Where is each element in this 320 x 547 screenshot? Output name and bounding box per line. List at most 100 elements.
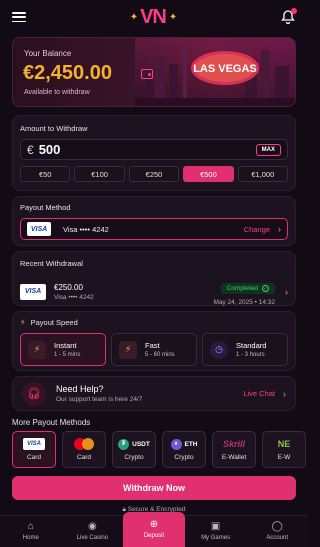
gift-icon: ▣ xyxy=(210,521,221,532)
method-label: E-Wallet xyxy=(221,454,247,461)
speed-title: Payout Speed xyxy=(30,318,78,327)
chevron-right-icon: › xyxy=(283,388,286,399)
headset-icon: 🎧︎ xyxy=(22,381,46,406)
withdraw-title: Amount to Withdraw xyxy=(20,124,88,133)
balance-subtitle: Available to withdraw xyxy=(24,89,90,96)
chevron-right-icon: › xyxy=(278,224,281,234)
method-label: Card xyxy=(76,454,92,461)
method-label: Card xyxy=(26,454,42,461)
amount-input[interactable]: € 500 MAX xyxy=(20,139,288,160)
user-icon: ◯ xyxy=(271,521,283,532)
recent-card: Visa •••• 4242 xyxy=(54,293,94,301)
home-icon: ⌂ xyxy=(27,521,34,532)
method-mastercard[interactable]: Card xyxy=(62,431,106,468)
lightning-icon: ⚡ xyxy=(119,340,137,359)
method-label: E-W xyxy=(277,454,291,461)
las-vegas-image: LAS VEGAS xyxy=(135,38,295,106)
logo-text: VN xyxy=(140,5,167,28)
amount-value[interactable]: 500 xyxy=(39,142,256,157)
speed-time: 1 - 3 hours xyxy=(236,352,265,358)
card-number: Visa •••• 4242 xyxy=(63,224,109,234)
method-visa[interactable]: VISA Card xyxy=(12,431,56,468)
live-chat-link[interactable]: Live Chat xyxy=(243,389,275,398)
visa-logo: VISA xyxy=(23,438,45,450)
visa-logo: VISA xyxy=(20,283,46,300)
live-casino-icon: ◉ xyxy=(88,521,97,532)
hamburger-icon[interactable] xyxy=(12,12,26,22)
nav-label: Live Casino xyxy=(76,535,109,541)
speed-option-fast[interactable]: ⚡ Fast 5 - 60 mins xyxy=(111,333,197,366)
plus-circle-icon: ⊕ xyxy=(149,519,159,530)
top-bar: ✦ VN ✦ xyxy=(0,0,308,34)
bell-icon[interactable] xyxy=(280,8,297,25)
star-icon: ✦ xyxy=(168,11,177,23)
star-icon: ✦ xyxy=(129,11,138,23)
speed-time: 1 - 5 mins xyxy=(54,352,81,358)
speed-time: 5 - 60 mins xyxy=(145,352,175,358)
amount-chip[interactable]: €1,000 xyxy=(237,166,289,182)
nav-my-games[interactable]: ▣ My Games xyxy=(185,516,247,547)
payout-method-title: Payout Method xyxy=(20,203,71,212)
amount-chip-selected[interactable]: €500 xyxy=(183,166,234,182)
amount-chip[interactable]: €100 xyxy=(74,166,125,182)
withdraw-amount-section: Amount to Withdraw € 500 MAX €50 €100 €2… xyxy=(12,115,296,191)
nav-deposit[interactable]: ⊕ Deposit xyxy=(123,512,185,547)
nav-label: Home xyxy=(22,535,39,541)
method-eth[interactable]: ♦ ETH Crypto xyxy=(162,431,206,468)
method-usdt[interactable]: ₮ USDT Crypto xyxy=(112,431,156,468)
quick-amounts: €50 €100 €250 €500 €1,000 xyxy=(20,166,289,182)
nav-label: Account xyxy=(266,535,289,541)
balance-card: LAS VEGAS Your Balance €2,450.00 Availab… xyxy=(12,37,296,107)
method-label: Crypto xyxy=(174,454,194,461)
nav-account[interactable]: ◯ Account xyxy=(246,516,308,547)
amount-chip[interactable]: €250 xyxy=(128,166,180,182)
method-skrill[interactable]: Skrill E-Wallet xyxy=(212,431,256,468)
neteller-logo: NE xyxy=(277,439,291,449)
skrill-logo: Skrill xyxy=(222,439,245,449)
speed-name: Fast xyxy=(145,341,160,350)
help-subtitle: Our support team is here 24/7 xyxy=(56,396,143,403)
help-title: Need Help? xyxy=(56,384,104,394)
change-button[interactable]: Change xyxy=(244,225,270,234)
help-section[interactable]: 🎧︎ Need Help? Our support team is here 2… xyxy=(12,376,296,411)
lightning-icon: ⚡ xyxy=(20,318,26,327)
max-button[interactable]: MAX xyxy=(255,143,281,156)
speed-option-standard[interactable]: ◷ Standard 1 - 3 hours xyxy=(202,333,288,366)
payout-method-section: Payout Method VISA Visa •••• 4242 Change… xyxy=(12,196,296,246)
status-badge: Completed ✓ xyxy=(220,283,275,294)
withdraw-now-button[interactable]: Withdraw Now xyxy=(12,476,296,500)
method-label: Crypto xyxy=(124,454,144,461)
amount-chip[interactable]: €50 xyxy=(20,166,71,182)
status-text: Completed xyxy=(226,285,258,292)
speed-name: Instant xyxy=(54,341,77,350)
payout-speed-section: ⚡ Payout Speed ⚡ Instant 1 - 5 mins ⚡ Fa… xyxy=(12,311,296,371)
recent-amount: €250.00 xyxy=(54,282,83,292)
eth-text: ETH xyxy=(184,440,198,448)
visa-logo: VISA xyxy=(27,222,51,236)
balance-amount: €2,450.00 xyxy=(23,62,112,84)
usdt-text: USDT xyxy=(132,440,150,448)
recent-withdrawal-section[interactable]: Recent Withdrawal VISA €250.00 Visa ••••… xyxy=(12,251,296,306)
nav-live-casino[interactable]: ◉ Live Casino xyxy=(62,516,124,547)
balance-label: Your Balance xyxy=(24,49,72,58)
recent-date: May 24, 2025 • 14:32 xyxy=(213,299,275,306)
payout-method-selector[interactable]: VISA Visa •••• 4242 Change › xyxy=(20,218,288,240)
bottom-nav: ⌂ Home ◉ Live Casino ⊕ Deposit ▣ My Games ◯ A… xyxy=(0,512,308,547)
check-icon: ✓ xyxy=(262,285,269,292)
ethereum-icon: ♦ xyxy=(170,438,182,450)
nav-home[interactable]: ⌂ Home xyxy=(0,516,62,547)
clock-icon: ◷ xyxy=(210,340,228,359)
wallet-icon xyxy=(141,69,153,79)
mastercard-icon xyxy=(74,438,94,450)
currency-symbol: € xyxy=(27,142,34,157)
speed-name: Standard xyxy=(236,341,267,350)
nav-label: My Games xyxy=(201,535,231,541)
more-methods-title: More Payout Methods xyxy=(12,418,91,427)
recent-title: Recent Withdrawal xyxy=(20,259,83,268)
notification-dot xyxy=(290,8,297,14)
method-neteller[interactable]: NE E-W xyxy=(262,431,306,468)
lightning-icon: ⚡ xyxy=(28,340,46,359)
speed-option-instant[interactable]: ⚡ Instant 1 - 5 mins xyxy=(20,333,106,366)
tether-icon: ₮ xyxy=(118,438,130,450)
chevron-right-icon: › xyxy=(285,286,288,297)
